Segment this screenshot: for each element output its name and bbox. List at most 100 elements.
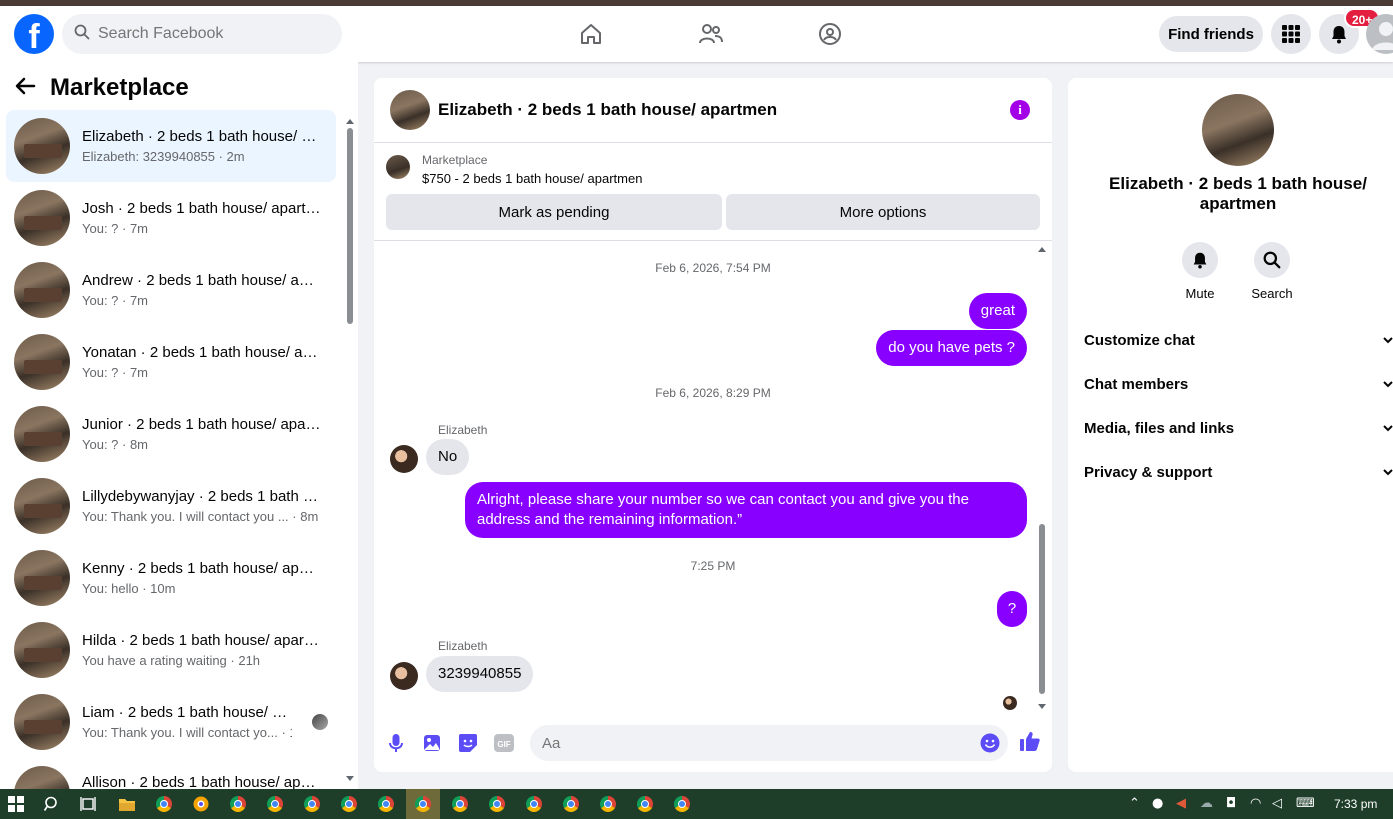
incoming-message[interactable]: 3239940855	[426, 656, 534, 692]
file-explorer-icon[interactable]	[117, 794, 137, 814]
gif-icon[interactable]: GIF	[493, 732, 515, 754]
mute-action[interactable]: Mute	[1170, 242, 1230, 301]
chrome-icon[interactable]	[672, 794, 692, 814]
chat-title[interactable]: Elizabeth · 2 beds 1 bath house/ apartme…	[438, 100, 777, 120]
chrome-icon[interactable]	[339, 794, 359, 814]
outgoing-message[interactable]: do you have pets ?	[876, 330, 1027, 366]
listing-price[interactable]: $750 - 2 beds 1 bath house/ apartmen	[422, 171, 642, 186]
conversation-title: Kenny · 2 beds 1 bath house/ apartmen	[82, 560, 322, 577]
emoji-icon[interactable]	[979, 732, 1001, 754]
chrome-icon[interactable]	[413, 794, 433, 814]
search-action[interactable]: Search	[1242, 242, 1302, 301]
conversation-preview: You have a rating waiting · 21h	[82, 653, 261, 668]
row-label: Chat members	[1084, 375, 1189, 393]
privacy-support-row[interactable]: Privacy & support	[1084, 450, 1393, 494]
chrome-icon[interactable]	[154, 794, 174, 814]
chrome-icon[interactable]	[228, 794, 248, 814]
conversation-title: Hilda · 2 beds 1 bath house/ apartmen	[82, 632, 322, 649]
outgoing-message[interactable]: great	[968, 293, 1027, 329]
chat-avatar[interactable]	[390, 90, 430, 130]
speaker-icon[interactable]: ◁	[1272, 796, 1282, 811]
conversation-item[interactable]: Lillydebywanyjay · 2 beds 1 bath house/ …	[6, 470, 336, 542]
message-input[interactable]	[530, 725, 1008, 761]
sender-name: Elizabeth	[438, 639, 488, 653]
volume-muted-icon[interactable]: ◀	[1176, 796, 1186, 811]
chrome-icon[interactable]	[302, 794, 322, 814]
taskbar-search-icon[interactable]	[42, 794, 62, 814]
bell-icon[interactable]	[1182, 242, 1218, 278]
back-arrow-icon[interactable]	[14, 75, 36, 102]
tray-network-app-icon[interactable]: ●	[1152, 796, 1163, 811]
sender-avatar[interactable]	[390, 445, 418, 473]
friends-icon[interactable]	[697, 20, 725, 48]
conversation-item[interactable]: Junior · 2 beds 1 bath house/ apartmen Yo…	[6, 398, 336, 470]
svg-text:GIF: GIF	[497, 740, 510, 749]
more-options-button[interactable]: More options	[726, 194, 1040, 230]
scroll-down-arrow-icon[interactable]	[346, 774, 354, 782]
chrome-icon[interactable]	[561, 794, 581, 814]
profile-avatar[interactable]	[1366, 14, 1393, 54]
photo-icon[interactable]	[421, 732, 443, 754]
mark-as-pending-button[interactable]: Mark as pending	[386, 194, 722, 230]
customize-chat-row[interactable]: Customize chat	[1084, 318, 1393, 362]
windows-start-icon[interactable]	[6, 794, 26, 814]
listing-thumbnail	[14, 406, 70, 462]
conversation-item[interactable]: Liam · 2 beds 1 bath house/ apartmen You:…	[6, 686, 336, 758]
taskbar-clock[interactable]: 7:33 pm	[1334, 797, 1377, 811]
conversation-list-scrollbar[interactable]	[346, 118, 354, 782]
search-input[interactable]	[98, 25, 318, 43]
chrome-icon[interactable]	[376, 794, 396, 814]
listing-thumbnail	[14, 118, 70, 174]
outgoing-message[interactable]: ?	[997, 591, 1027, 627]
chrome-icon[interactable]	[487, 794, 507, 814]
conversation-item[interactable]: Josh · 2 beds 1 bath house/ apartmen You:…	[6, 182, 336, 254]
chrome-icon[interactable]	[450, 794, 470, 814]
browser-icon[interactable]	[191, 794, 211, 814]
wifi-icon[interactable]: ◠	[1250, 796, 1261, 811]
sender-avatar[interactable]	[390, 662, 418, 690]
groups-icon[interactable]	[816, 20, 844, 48]
facebook-logo[interactable]: f	[14, 14, 54, 54]
menu-grid-icon[interactable]	[1271, 14, 1311, 54]
details-title: Elizabeth · 2 beds 1 bath house/ apartme…	[1109, 174, 1367, 213]
search-box[interactable]	[62, 14, 342, 54]
tray-overflow-chevron-icon[interactable]: ⌃	[1129, 796, 1140, 811]
like-thumbs-up-icon[interactable]	[1019, 730, 1041, 752]
search-label: Search	[1251, 286, 1293, 301]
info-icon[interactable]: i	[1010, 100, 1030, 120]
listing-thumbnail	[14, 550, 70, 606]
conversation-item[interactable]: Hilda · 2 beds 1 bath house/ apartmen You…	[6, 614, 336, 686]
chevron-down-icon	[1383, 381, 1393, 388]
keyboard-icon[interactable]: ⌨	[1296, 796, 1315, 811]
conversation-item[interactable]: Elizabeth · 2 beds 1 bath house/ apartme…	[6, 110, 336, 182]
scroll-down-arrow-icon[interactable]	[1037, 702, 1047, 710]
scroll-up-arrow-icon[interactable]	[346, 118, 354, 126]
listing-banner: Marketplace $750 - 2 beds 1 bath house/ …	[374, 143, 1052, 241]
task-view-icon[interactable]	[78, 794, 98, 814]
chrome-icon[interactable]	[524, 794, 544, 814]
listing-avatar[interactable]	[1202, 94, 1274, 166]
incoming-message[interactable]: No	[426, 439, 470, 475]
sticker-icon[interactable]	[457, 732, 479, 754]
chrome-icon[interactable]	[265, 794, 285, 814]
home-icon[interactable]	[577, 20, 605, 48]
cloud-icon[interactable]: ☁	[1200, 796, 1213, 811]
find-friends-button[interactable]: Find friends	[1159, 16, 1263, 52]
camera-icon[interactable]: ◘	[1226, 796, 1236, 811]
conversation-title: Liam · 2 beds 1 bath house/ apartmen	[82, 704, 292, 721]
conversation-item[interactable]: Yonatan · 2 beds 1 bath house/ apartmen Y…	[6, 326, 336, 398]
media-files-links-row[interactable]: Media, files and links	[1084, 406, 1393, 450]
listing-thumbnail[interactable]	[386, 155, 410, 179]
outgoing-message[interactable]: Alright, please share your number so we …	[465, 482, 1027, 538]
chrome-icon[interactable]	[635, 794, 655, 814]
message-timestamp: Feb 6, 2026, 7:54 PM	[655, 261, 771, 275]
chat-members-row[interactable]: Chat members	[1084, 362, 1393, 406]
chrome-icon[interactable]	[598, 794, 618, 814]
windows-taskbar: ⌃ ● ◀ ☁ ◘ ◠ ◁ ⌨ 7:33 pm	[0, 789, 1393, 819]
chat-scrollbar[interactable]	[1037, 246, 1047, 710]
conversation-item[interactable]: Kenny · 2 beds 1 bath house/ apartmen You…	[6, 542, 336, 614]
conversation-item[interactable]: Andrew · 2 beds 1 bath house/ apartmen Yo…	[6, 254, 336, 326]
search-icon[interactable]	[1254, 242, 1290, 278]
scroll-up-arrow-icon[interactable]	[1037, 246, 1047, 254]
microphone-icon[interactable]	[385, 732, 407, 754]
